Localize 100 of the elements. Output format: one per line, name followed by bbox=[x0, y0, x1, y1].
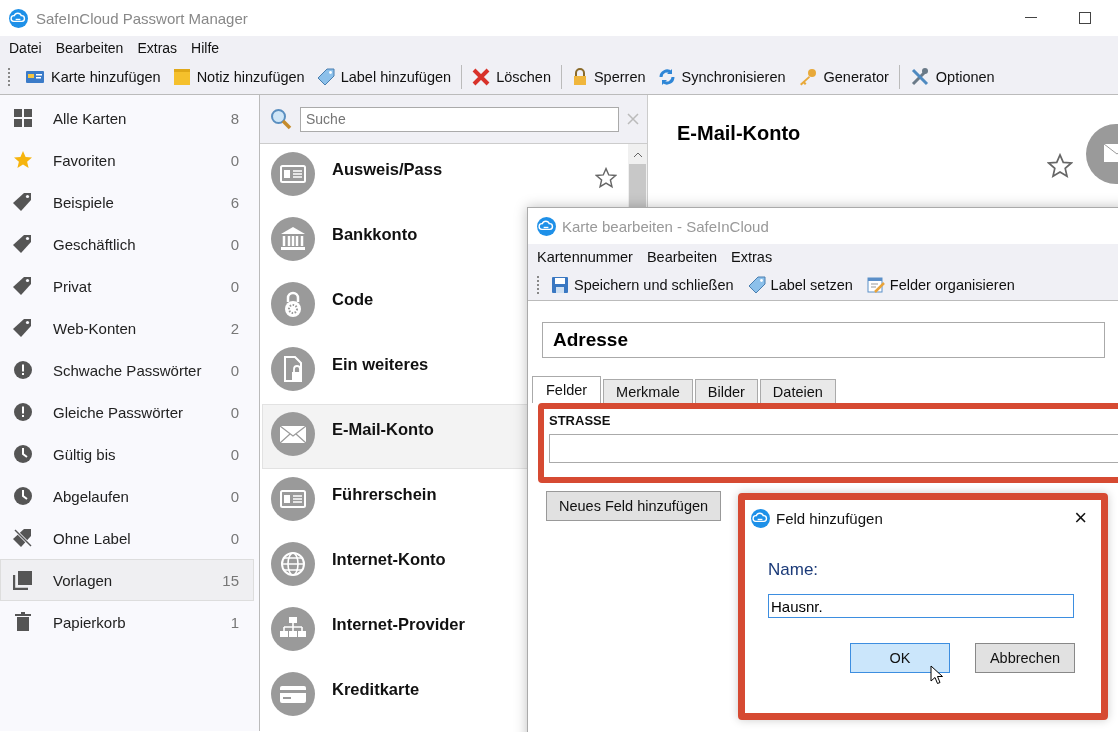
sidebar-item[interactable]: Geschäftlich 0 bbox=[0, 223, 254, 265]
sidebar-item[interactable]: Papierkorb 1 bbox=[0, 601, 254, 643]
toolbar-button[interactable]: Optionen bbox=[904, 67, 1000, 87]
envelope-icon bbox=[271, 412, 315, 456]
bank-icon bbox=[271, 217, 315, 261]
minimize-icon[interactable] bbox=[1025, 17, 1037, 19]
app-logo-icon bbox=[751, 508, 770, 528]
item-count: 6 bbox=[230, 193, 239, 211]
menu-item[interactable]: Hilfe bbox=[184, 40, 227, 56]
app-logo-icon bbox=[9, 8, 28, 28]
globe-icon bbox=[271, 542, 315, 586]
toolbar-button[interactable]: Label hinzufügen bbox=[311, 68, 457, 86]
toolbar-button[interactable]: Notiz hinzufügen bbox=[167, 68, 310, 86]
input-field[interactable] bbox=[549, 434, 1118, 463]
search-field[interactable]: Suche bbox=[300, 106, 619, 132]
card-list-item[interactable]: Internet-Provider bbox=[262, 599, 628, 664]
sidebar-item[interactable]: Schwache Passwörter 0 bbox=[0, 349, 254, 391]
grid-icon bbox=[13, 108, 33, 128]
locked-file-icon bbox=[271, 347, 315, 391]
form-edit-icon bbox=[866, 275, 885, 294]
card-name-field[interactable]: Adresse bbox=[542, 322, 1105, 358]
tab[interactable]: Merkmale bbox=[603, 379, 693, 403]
tag-icon bbox=[13, 192, 33, 212]
stack-icon bbox=[13, 570, 33, 590]
dialog-title: Feld hinzufügen bbox=[776, 509, 883, 527]
star-outline-icon[interactable] bbox=[1047, 153, 1073, 179]
toolbar-button[interactable]: Löschen bbox=[467, 68, 556, 86]
toolbar-button[interactable]: Karte hinzufügen bbox=[20, 69, 166, 85]
toolbar-button[interactable]: Generator bbox=[792, 68, 894, 86]
sidebar-item[interactable]: Ohne Label 0 bbox=[0, 517, 254, 559]
toolbar-button[interactable]: Speichern und schließen bbox=[547, 275, 738, 294]
search-icon bbox=[270, 108, 292, 130]
sidebar-label: Gleiche Passwörter bbox=[53, 403, 185, 421]
dialog-button[interactable]: Abbrechen bbox=[975, 643, 1075, 673]
note-icon bbox=[172, 68, 191, 86]
menu-item[interactable]: Extras bbox=[130, 40, 185, 56]
tag-icon bbox=[13, 234, 33, 254]
network-icon bbox=[271, 607, 315, 651]
menu-item[interactable]: Kartennummer bbox=[530, 248, 640, 265]
sidebar-label: Favoriten bbox=[53, 151, 117, 169]
trash-icon bbox=[13, 612, 33, 632]
tag-icon bbox=[13, 276, 33, 296]
item-count: 0 bbox=[230, 361, 239, 379]
item-count: 0 bbox=[230, 235, 239, 253]
tools-icon bbox=[909, 67, 930, 87]
tag-icon bbox=[13, 318, 33, 338]
scroll-up-icon[interactable] bbox=[632, 150, 643, 160]
toolbar-button[interactable]: Label setzen bbox=[743, 275, 857, 294]
item-count: 0 bbox=[230, 487, 239, 505]
maximize-icon[interactable] bbox=[1079, 12, 1091, 24]
star-outline-icon[interactable] bbox=[595, 167, 617, 189]
menu-item[interactable]: Datei bbox=[2, 40, 49, 56]
alert-icon bbox=[13, 402, 33, 422]
item-count: 2 bbox=[230, 319, 239, 337]
tab[interactable]: Dateien bbox=[759, 379, 836, 403]
sidebar-item[interactable]: Abgelaufen 0 bbox=[0, 475, 254, 517]
sidebar-label: Web-Konten bbox=[53, 319, 138, 337]
card-list-item[interactable]: Kreditkarte bbox=[262, 664, 628, 729]
star-icon bbox=[13, 150, 33, 170]
dialog-title: Karte bearbeiten - SafeInCloud bbox=[562, 217, 769, 235]
menu-item[interactable]: Bearbeiten bbox=[48, 40, 131, 56]
toolbar-button[interactable]: Sperren bbox=[566, 68, 651, 86]
item-count: 0 bbox=[230, 529, 239, 547]
dialog-button[interactable]: OK bbox=[850, 643, 950, 673]
name-field[interactable]: Hausnr. bbox=[768, 594, 1074, 618]
toolbar-button[interactable]: Synchronisieren bbox=[652, 68, 791, 86]
add-field-button[interactable]: Neues Feld hinzufügen bbox=[546, 491, 722, 521]
sidebar-label: Alle Karten bbox=[53, 109, 128, 127]
field-label: STRASSE bbox=[549, 413, 612, 428]
menu-item[interactable]: Extras bbox=[724, 248, 780, 265]
tab[interactable]: Felder bbox=[532, 376, 602, 403]
no-tag-icon bbox=[13, 528, 33, 548]
sidebar-item[interactable]: Favoriten 0 bbox=[0, 139, 254, 181]
clock-icon bbox=[13, 444, 33, 464]
card-list-item[interactable]: Ausweis/Pass bbox=[262, 144, 628, 209]
toolbar-button[interactable]: Felder organisieren bbox=[862, 275, 1019, 294]
sidebar-item[interactable]: Vorlagen 15 bbox=[0, 559, 254, 601]
item-count: 0 bbox=[230, 151, 239, 169]
tab[interactable]: Bilder bbox=[694, 379, 758, 403]
card-title: E-Mail-Konto bbox=[677, 122, 801, 145]
sidebar-item[interactable]: Web-Konten 2 bbox=[0, 307, 254, 349]
sidebar-item[interactable]: Gültig bis 0 bbox=[0, 433, 254, 475]
sidebar-item[interactable]: Alle Karten 8 bbox=[0, 97, 254, 139]
id-card-icon bbox=[271, 477, 315, 521]
sidebar-label: Privat bbox=[53, 277, 93, 295]
card-list-item[interactable]: Internet-Konto bbox=[262, 534, 628, 599]
menu-item[interactable]: Bearbeiten bbox=[639, 248, 725, 265]
card-icon bbox=[25, 69, 45, 85]
sidebar-label: Vorlagen bbox=[53, 571, 114, 589]
sidebar-label: Geschäftlich bbox=[53, 235, 137, 253]
item-count: 15 bbox=[222, 571, 239, 589]
tag-icon bbox=[747, 275, 766, 294]
sidebar-item[interactable]: Gleiche Passwörter 0 bbox=[0, 391, 254, 433]
sidebar-item[interactable]: Beispiele 6 bbox=[0, 181, 254, 223]
close-button[interactable]: × bbox=[1074, 505, 1087, 531]
sidebar-label: Gültig bis bbox=[53, 445, 117, 463]
clock-icon bbox=[13, 486, 33, 506]
sidebar-item[interactable]: Privat 0 bbox=[0, 265, 254, 307]
sidebar-label: Papierkorb bbox=[53, 613, 127, 631]
item-count: 0 bbox=[230, 403, 239, 421]
